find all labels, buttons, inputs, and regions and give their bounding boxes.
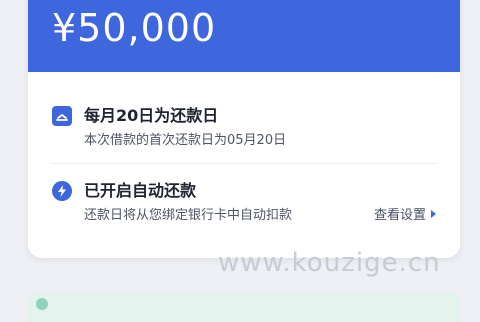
amount-header: ¥50,000 [28,0,460,72]
calendar-icon [52,106,72,126]
loan-amount: ¥50,000 [52,6,217,50]
view-settings-link[interactable]: 查看设置 [374,207,436,225]
caret-right-icon [431,210,436,218]
lightning-icon [52,181,72,201]
auto-repay-subtitle: 还款日将从您绑定银行卡中自动扣款 [84,208,293,223]
repayment-date-subtitle: 本次借款的首次还款日为05月20日 [84,133,287,148]
auto-repay-title: 已开启自动还款 [84,181,197,200]
loan-card: ¥50,000 每月20日为还款日 本次借款的首次还款日为05月20日 已开启自… [28,0,460,258]
view-settings-label: 查看设置 [373,208,426,223]
divider [52,163,436,164]
repayment-date-title: 每月20日为还款日 [84,106,219,125]
watermark: www.kouzige.cn [218,248,441,278]
bottom-banner [28,292,460,322]
